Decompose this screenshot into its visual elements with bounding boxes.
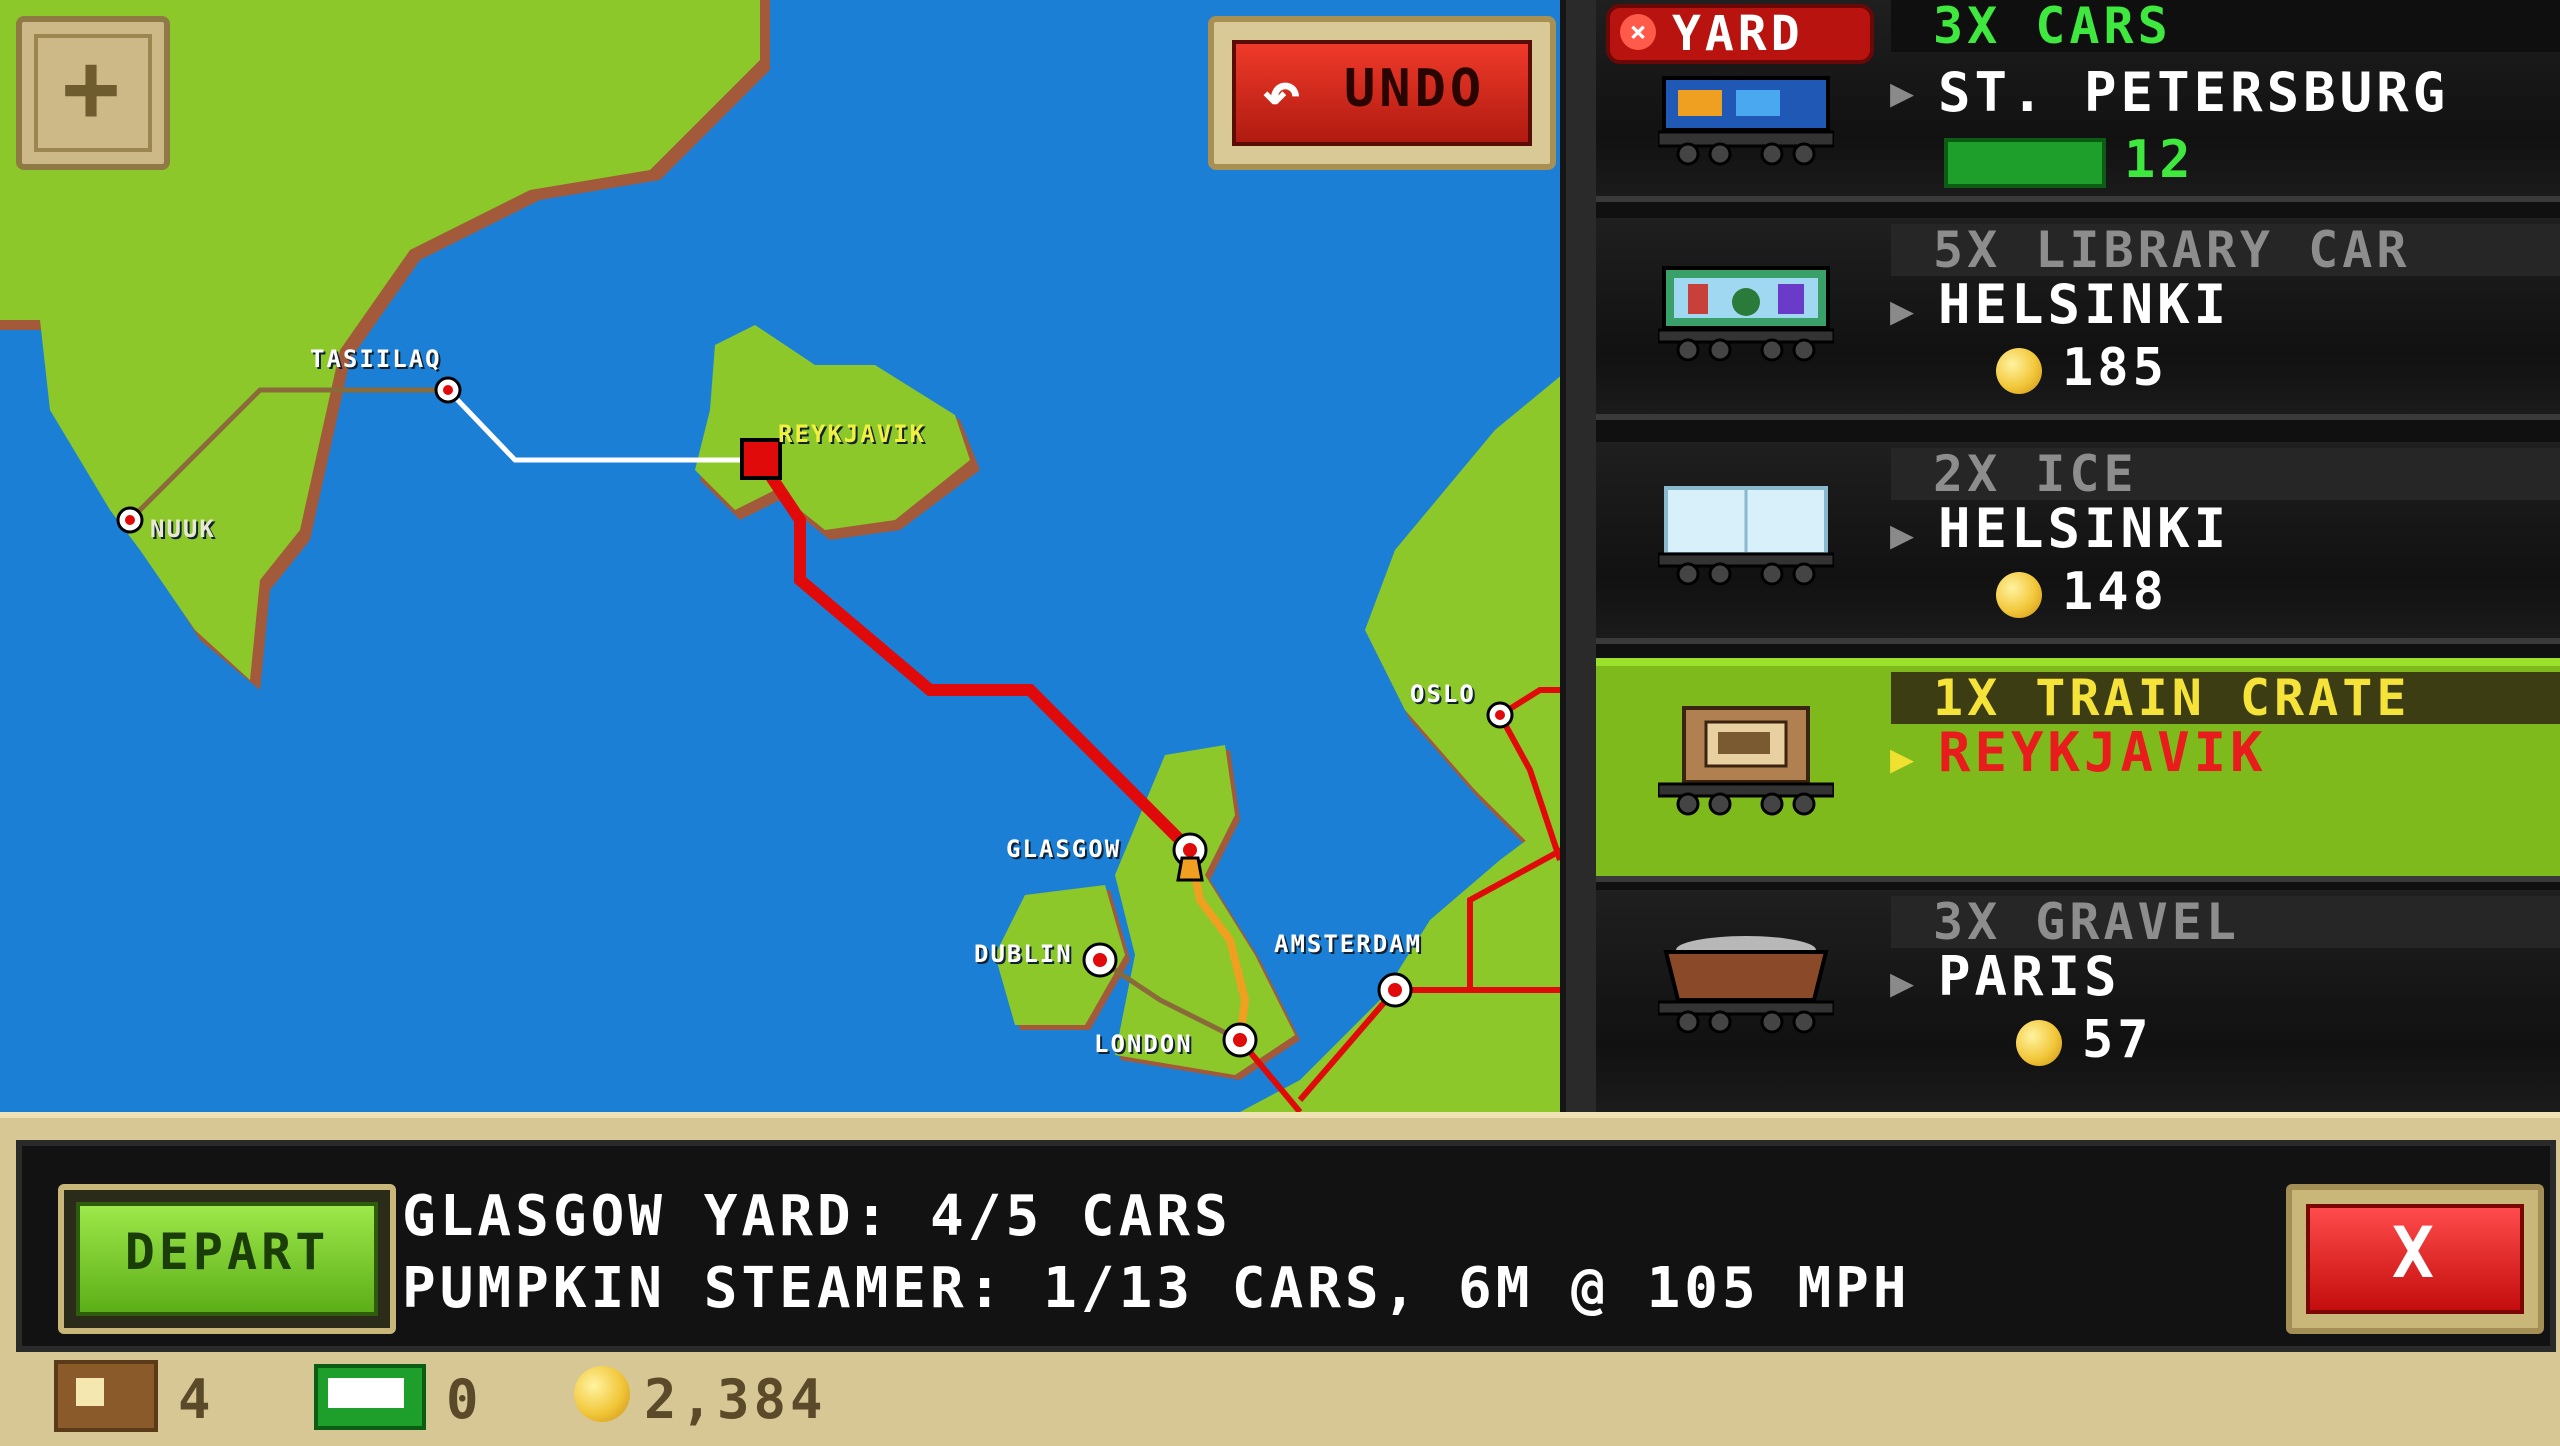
cargo-destination: PARIS: [1938, 945, 2121, 1008]
world-map[interactable]: TASIILAQ NUUK REYKJAVIK OSLO GLASGOW DUB…: [0, 0, 1580, 1112]
cargo-reward: 148: [1996, 562, 2168, 622]
cargo-reward: 12: [1944, 130, 2195, 190]
yard-badge-label: YARD: [1672, 6, 1804, 62]
city-label-amsterdam[interactable]: AMSTERDAM: [1274, 930, 1422, 958]
undo-arrow-icon: ↶: [1262, 57, 1305, 131]
plus-icon: +: [34, 34, 152, 152]
yard-status-text: GLASGOW YARD: 4/5 CARS: [402, 1184, 1232, 1249]
cargo-destination: REYKJAVIK: [1938, 721, 2267, 784]
bottom-bar: DEPART GLASGOW YARD: 4/5 CARS PUMPKIN ST…: [0, 1112, 2560, 1446]
cargo-reward: 57: [2016, 1010, 2153, 1070]
crate-count: 4: [178, 1368, 215, 1431]
cargo-reward-value: 12: [2124, 130, 2195, 190]
close-icon: X: [2306, 1204, 2524, 1314]
resource-bar: 4 0 2,384: [0, 1340, 2560, 1446]
depart-button[interactable]: DEPART: [58, 1184, 396, 1334]
library-car-icon: [1658, 266, 1834, 362]
coin-icon: [1996, 348, 2042, 394]
chevron-right-icon: ▶: [1890, 70, 1919, 116]
chevron-right-icon: ▶: [1890, 288, 1919, 334]
cargo-card[interactable]: 3X GRAVEL ▶ PARIS 57: [1596, 890, 2560, 1112]
undo-label: UNDO: [1344, 59, 1486, 119]
train-crate-icon: [1658, 706, 1834, 816]
cars-wagon-icon: [1658, 76, 1834, 166]
cargo-qty-item: 3X GRAVEL: [1891, 896, 2560, 948]
train-status-bar: DEPART GLASGOW YARD: 4/5 CARS PUMPKIN ST…: [16, 1140, 2556, 1352]
cargo-card[interactable]: 2X ICE ▶ HELSINKI 148: [1596, 442, 2560, 644]
cargo-panel[interactable]: × YARD 3X CARS ▶ ST. PETERSBURG 12 5X LI…: [1596, 0, 2560, 1112]
crate-icon: [54, 1360, 158, 1432]
cash-icon: [1944, 138, 2106, 188]
cargo-qty-item: 3X CARS: [1891, 0, 2560, 52]
city-label-dublin[interactable]: DUBLIN: [974, 940, 1073, 968]
cargo-reward-value: 185: [2062, 338, 2168, 398]
city-label-tasiilaq[interactable]: TASIILAQ: [310, 345, 442, 373]
cargo-reward: 185: [1996, 338, 2168, 398]
city-label-reykjavik[interactable]: REYKJAVIK: [778, 420, 926, 448]
close-button[interactable]: X: [2286, 1184, 2544, 1334]
close-icon: ×: [1620, 14, 1656, 50]
game-screen: TASIILAQ NUUK REYKJAVIK OSLO GLASGOW DUB…: [0, 0, 2560, 1446]
chevron-right-icon: ▶: [1890, 736, 1919, 782]
gravel-car-icon: [1658, 936, 1834, 1034]
cargo-qty-item: 2X ICE: [1891, 448, 2560, 500]
chevron-right-icon: ▶: [1890, 960, 1919, 1006]
city-label-oslo[interactable]: OSLO: [1410, 680, 1476, 708]
depart-label: DEPART: [76, 1202, 378, 1316]
cargo-qty-item: 5X LIBRARY CAR: [1891, 224, 2560, 276]
cargo-reward-value: 148: [2062, 562, 2168, 622]
coin-icon: [2016, 1020, 2062, 1066]
coin-icon: [574, 1366, 630, 1422]
cargo-card-selected[interactable]: 1X TRAIN CRATE ▶ REYKJAVIK: [1596, 658, 2560, 882]
cargo-destination: ST. PETERSBURG: [1938, 61, 2450, 124]
undo-button[interactable]: ↶ UNDO: [1208, 16, 1556, 170]
cargo-qty-item: 1X TRAIN CRATE: [1891, 672, 2560, 724]
ice-car-icon: [1658, 486, 1834, 586]
cargo-card[interactable]: 5X LIBRARY CAR ▶ HELSINKI 185: [1596, 218, 2560, 420]
cargo-destination: HELSINKI: [1938, 273, 2231, 336]
city-label-nuuk[interactable]: NUUK: [150, 515, 216, 543]
cargo-card[interactable]: × YARD 3X CARS ▶ ST. PETERSBURG 12: [1596, 0, 2560, 202]
zoom-in-button[interactable]: +: [16, 16, 170, 170]
chevron-right-icon: ▶: [1890, 512, 1919, 558]
cash-count: 0: [446, 1368, 483, 1431]
coin-icon: [1996, 572, 2042, 618]
city-label-london[interactable]: LONDON: [1094, 1030, 1193, 1058]
cash-icon: [314, 1364, 426, 1430]
train-status-text: PUMPKIN STEAMER: 1/13 CARS, 6M @ 105 MPH: [402, 1256, 1911, 1321]
cargo-destination: HELSINKI: [1938, 497, 2231, 560]
cargo-reward-value: 57: [2082, 1010, 2153, 1070]
coin-count: 2,384: [644, 1368, 827, 1431]
city-label-glasgow[interactable]: GLASGOW: [1006, 835, 1121, 863]
yard-badge[interactable]: × YARD: [1606, 4, 1874, 64]
